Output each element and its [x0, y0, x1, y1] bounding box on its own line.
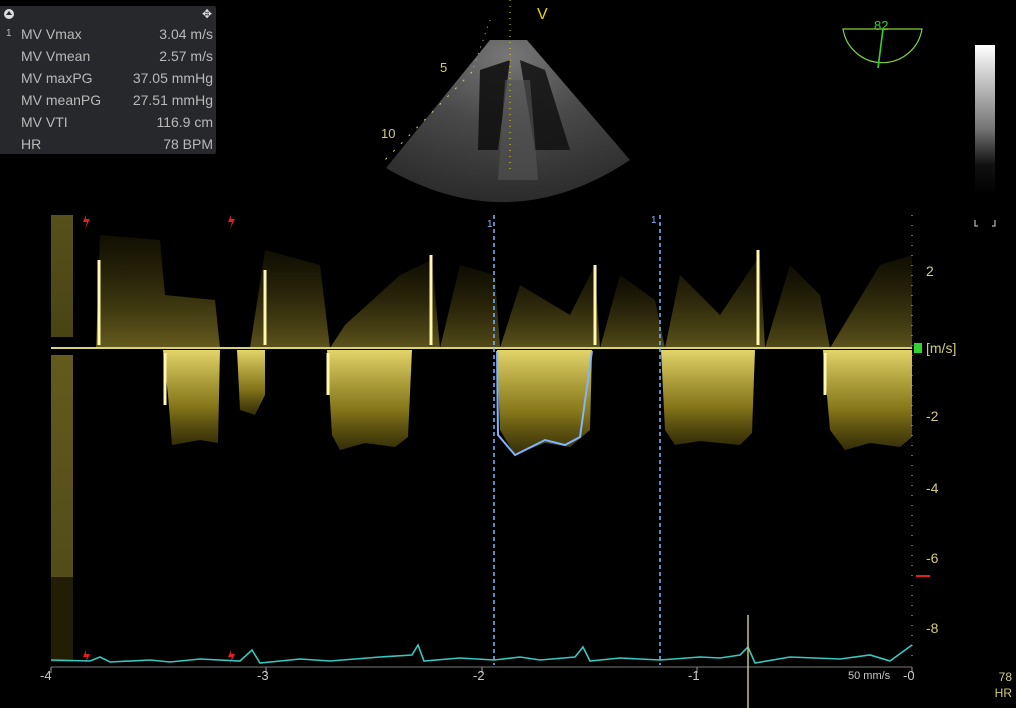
depth-label: 5 [440, 60, 447, 75]
measurement-row[interactable]: MV VTI 116.9 cm [0, 111, 216, 133]
spectral-doppler-trace[interactable]: 1 1 [0, 205, 1016, 708]
measurement-row[interactable]: HR 78 BPM [0, 133, 216, 155]
time-tick: -3 [257, 668, 269, 683]
depth-label: 10 [381, 126, 395, 141]
probe-orientation-icon: 82 [842, 18, 923, 69]
velocity-tick: 2 [926, 263, 934, 279]
time-tick: -0 [903, 668, 915, 683]
measurement-label: MV meanPG [21, 92, 102, 108]
mode-label: V [537, 6, 548, 23]
2d-sector-image[interactable]: 5 10 [370, 0, 650, 215]
measurement-label: MV VTI [21, 114, 68, 130]
measurement-value: 116.9 cm [156, 114, 213, 130]
time-tick: -1 [688, 668, 700, 683]
velocity-tick: -6 [926, 550, 939, 566]
baseline-handle[interactable] [914, 343, 922, 353]
caliper-marker: 1 [487, 219, 493, 230]
probe-angle: 82 [874, 18, 888, 33]
velocity-tick: -8 [926, 620, 939, 636]
measurement-row[interactable]: MV maxPG 37.05 mmHg [0, 67, 216, 89]
hr-label: HR [994, 686, 1012, 700]
measurement-value: 37.05 mmHg [132, 70, 213, 86]
measurement-value: 27.51 mmHg [132, 92, 213, 108]
caliper-marker: 1 [651, 215, 657, 226]
velocity-tick: -2 [926, 408, 939, 424]
ecg-trace [50, 643, 913, 664]
measurement-row[interactable]: MV Vmean 2.57 m/s [0, 45, 216, 67]
measurement-value: 78 BPM [163, 136, 213, 152]
measurement-panel-header: ✥ [0, 6, 216, 22]
measurement-label: HR [21, 136, 42, 152]
measurement-label: MV Vmax [21, 26, 82, 42]
move-icon[interactable]: ✥ [202, 7, 212, 21]
grayscale-bar [974, 45, 996, 227]
measurement-value: 3.04 m/s [159, 26, 213, 42]
hr-readout: 78 HR [994, 669, 1012, 701]
measurement-index: 1 [6, 28, 12, 39]
velocity-tick: -4 [926, 480, 939, 496]
measurement-panel: ✥ 1 MV Vmax 3.04 m/s MV Vmean 2.57 m/s M… [0, 6, 216, 154]
measurement-row[interactable]: 1 MV Vmax 3.04 m/s [0, 23, 216, 45]
time-tick: -4 [40, 668, 52, 683]
measurement-label: MV maxPG [21, 70, 93, 86]
velocity-unit: [m/s] [926, 340, 957, 356]
measurement-row[interactable]: MV meanPG 27.51 mmHg [0, 89, 216, 111]
hr-value: 78 [998, 670, 1012, 684]
measurement-value: 2.57 m/s [159, 48, 213, 64]
sweep-speed: 50 mm/s [848, 670, 891, 682]
time-tick: -2 [473, 668, 485, 683]
collapse-icon[interactable] [4, 9, 14, 19]
measurement-label: MV Vmean [21, 48, 91, 64]
